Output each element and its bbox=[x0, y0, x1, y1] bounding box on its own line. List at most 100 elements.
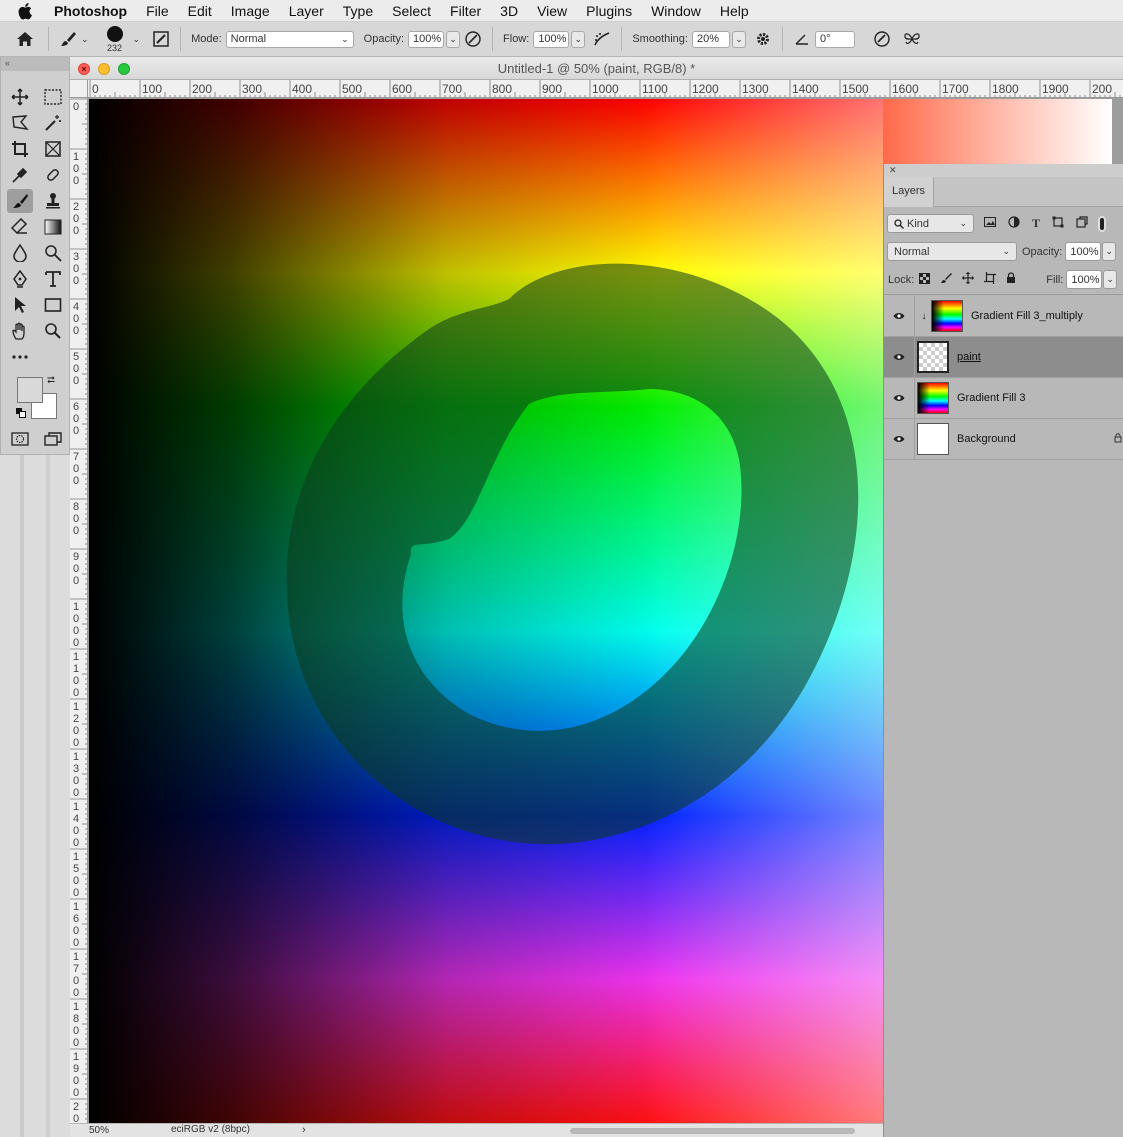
flow-input[interactable]: 100% bbox=[533, 30, 570, 48]
menu-view[interactable]: View bbox=[537, 3, 567, 19]
menu-plugins[interactable]: Plugins bbox=[586, 3, 632, 19]
lock-position-icon[interactable] bbox=[962, 272, 975, 287]
layer-opacity-input[interactable]: 100% bbox=[1065, 242, 1102, 261]
visibility-eye-icon[interactable] bbox=[884, 312, 914, 320]
chevron-right-icon[interactable]: › bbox=[302, 1124, 306, 1136]
layer-name[interactable]: Gradient Fill 3 bbox=[957, 392, 1025, 404]
brush-tool-icon[interactable] bbox=[7, 189, 33, 213]
mode-select[interactable]: Normal ⌄ bbox=[225, 30, 354, 48]
layer-row[interactable]: paint bbox=[884, 336, 1123, 378]
blur-tool-icon[interactable] bbox=[7, 241, 33, 265]
screen-mode-icon[interactable] bbox=[40, 427, 66, 451]
layer-name[interactable]: Background bbox=[957, 433, 1016, 445]
layer-thumbnail[interactable] bbox=[917, 341, 949, 373]
zoom-level[interactable]: 50% bbox=[89, 1125, 109, 1136]
frame-tool-icon[interactable] bbox=[40, 137, 66, 161]
menu-layer[interactable]: Layer bbox=[289, 3, 324, 19]
opacity-input[interactable]: 100% bbox=[408, 30, 445, 48]
menu-app-photoshop[interactable]: Photoshop bbox=[54, 3, 127, 19]
lasso-tool-icon[interactable] bbox=[7, 111, 33, 135]
hand-tool-icon[interactable] bbox=[7, 319, 33, 343]
layer-row[interactable]: ↓ Gradient Fill 3_multiply bbox=[884, 295, 1123, 337]
rectangle-tool-icon[interactable] bbox=[40, 293, 66, 317]
clone-stamp-tool-icon[interactable] bbox=[40, 189, 66, 213]
close-window-button[interactable] bbox=[78, 63, 90, 75]
document-title-bar[interactable]: Untitled-1 @ 50% (paint, RGB/8) * bbox=[70, 57, 1123, 80]
home-icon[interactable] bbox=[14, 28, 36, 50]
menu-help[interactable]: Help bbox=[720, 3, 749, 19]
crop-tool-icon[interactable] bbox=[7, 137, 33, 161]
chevron-down-icon[interactable]: ⌄ bbox=[133, 34, 141, 45]
collapse-arrows-icon[interactable]: « bbox=[1, 57, 69, 71]
layer-name[interactable]: Gradient Fill 3_multiply bbox=[971, 310, 1083, 322]
dodge-tool-icon[interactable] bbox=[40, 241, 66, 265]
angle-input[interactable]: 0° bbox=[814, 30, 855, 48]
ruler-origin[interactable] bbox=[70, 80, 88, 98]
default-colors-icon[interactable] bbox=[16, 407, 26, 418]
lock-pixels-icon[interactable] bbox=[940, 272, 953, 287]
menu-window[interactable]: Window bbox=[651, 3, 701, 19]
layer-name[interactable]: paint bbox=[957, 351, 981, 363]
layer-row[interactable]: Background bbox=[884, 418, 1123, 460]
close-panel-icon[interactable]: ✕ bbox=[884, 164, 1123, 177]
fill-input[interactable]: 100% bbox=[1066, 270, 1103, 289]
swap-colors-icon[interactable]: ⮂ bbox=[47, 375, 55, 386]
smoothing-input[interactable]: 20% bbox=[691, 30, 730, 48]
visibility-eye-icon[interactable] bbox=[884, 353, 914, 361]
chevron-down-icon[interactable]: ⌄ bbox=[81, 34, 89, 45]
vertical-ruler[interactable]: 0100200300400500600700800900100011001200… bbox=[70, 98, 88, 1123]
more-tools-icon[interactable] bbox=[7, 345, 33, 369]
filter-adjustment-icon[interactable] bbox=[1008, 216, 1020, 231]
pen-tool-icon[interactable] bbox=[7, 267, 33, 291]
layer-thumbnail[interactable] bbox=[917, 382, 949, 414]
pressure-size-icon[interactable] bbox=[871, 28, 893, 50]
filter-smart-object-icon[interactable] bbox=[1076, 216, 1088, 231]
filter-shape-icon[interactable] bbox=[1052, 216, 1064, 231]
tab-layers[interactable]: Layers bbox=[884, 177, 934, 207]
panel-grip[interactable] bbox=[1, 71, 69, 77]
foreground-color-swatch[interactable] bbox=[17, 377, 43, 403]
symmetry-butterfly-icon[interactable] bbox=[901, 28, 923, 50]
gradient-tool-icon[interactable] bbox=[40, 215, 66, 239]
healing-brush-tool-icon[interactable] bbox=[40, 163, 66, 187]
quick-mask-icon[interactable] bbox=[7, 427, 33, 451]
layer-row[interactable]: Gradient Fill 3 bbox=[884, 377, 1123, 419]
lock-transparent-icon[interactable] bbox=[919, 272, 931, 287]
eraser-tool-icon[interactable] bbox=[7, 215, 33, 239]
canvas[interactable] bbox=[89, 99, 883, 1123]
layer-opacity-dropdown[interactable]: ⌄ bbox=[1102, 242, 1117, 261]
magic-wand-tool-icon[interactable] bbox=[40, 111, 66, 135]
menu-edit[interactable]: Edit bbox=[188, 3, 212, 19]
move-tool-icon[interactable] bbox=[7, 85, 33, 109]
gear-icon[interactable] bbox=[752, 28, 774, 50]
layer-thumbnail[interactable] bbox=[917, 423, 949, 455]
brush-size-picker[interactable]: 232 bbox=[97, 24, 133, 54]
zoom-tool-icon[interactable] bbox=[40, 319, 66, 343]
filter-kind-select[interactable]: Kind ⌄ bbox=[887, 214, 974, 233]
airbrush-icon[interactable] bbox=[591, 28, 613, 50]
lock-all-icon[interactable] bbox=[1006, 272, 1016, 287]
menu-file[interactable]: File bbox=[146, 3, 169, 19]
pressure-opacity-icon[interactable] bbox=[462, 28, 484, 50]
eyedropper-tool-icon[interactable] bbox=[7, 163, 33, 187]
brush-tool-preset-icon[interactable] bbox=[57, 28, 79, 50]
horizontal-scrollbar[interactable] bbox=[570, 1128, 855, 1134]
fill-dropdown[interactable]: ⌄ bbox=[1103, 270, 1118, 289]
menu-3d[interactable]: 3D bbox=[500, 3, 518, 19]
zoom-window-button[interactable] bbox=[118, 63, 130, 75]
filter-toggle-switch[interactable] bbox=[1098, 215, 1107, 232]
layer-thumbnail[interactable] bbox=[931, 300, 963, 332]
type-tool-icon[interactable] bbox=[40, 267, 66, 291]
menu-filter[interactable]: Filter bbox=[450, 3, 481, 19]
menu-select[interactable]: Select bbox=[392, 3, 431, 19]
apple-icon[interactable] bbox=[18, 2, 34, 20]
marquee-tool-icon[interactable] bbox=[40, 85, 66, 109]
horizontal-ruler[interactable]: 0 100 200 300 400 500 600 700 800 900 1000 1100 1200… bbox=[88, 80, 1123, 98]
smoothing-dropdown[interactable]: ⌄ bbox=[731, 30, 746, 48]
path-selection-tool-icon[interactable] bbox=[7, 293, 33, 317]
document-profile[interactable]: eciRGB v2 (8bpc) bbox=[171, 1124, 250, 1135]
lock-artboard-icon[interactable] bbox=[984, 272, 997, 287]
blend-mode-select[interactable]: Normal ⌄ bbox=[887, 242, 1017, 261]
opacity-dropdown[interactable]: ⌄ bbox=[446, 30, 461, 48]
menu-type[interactable]: Type bbox=[343, 3, 373, 19]
